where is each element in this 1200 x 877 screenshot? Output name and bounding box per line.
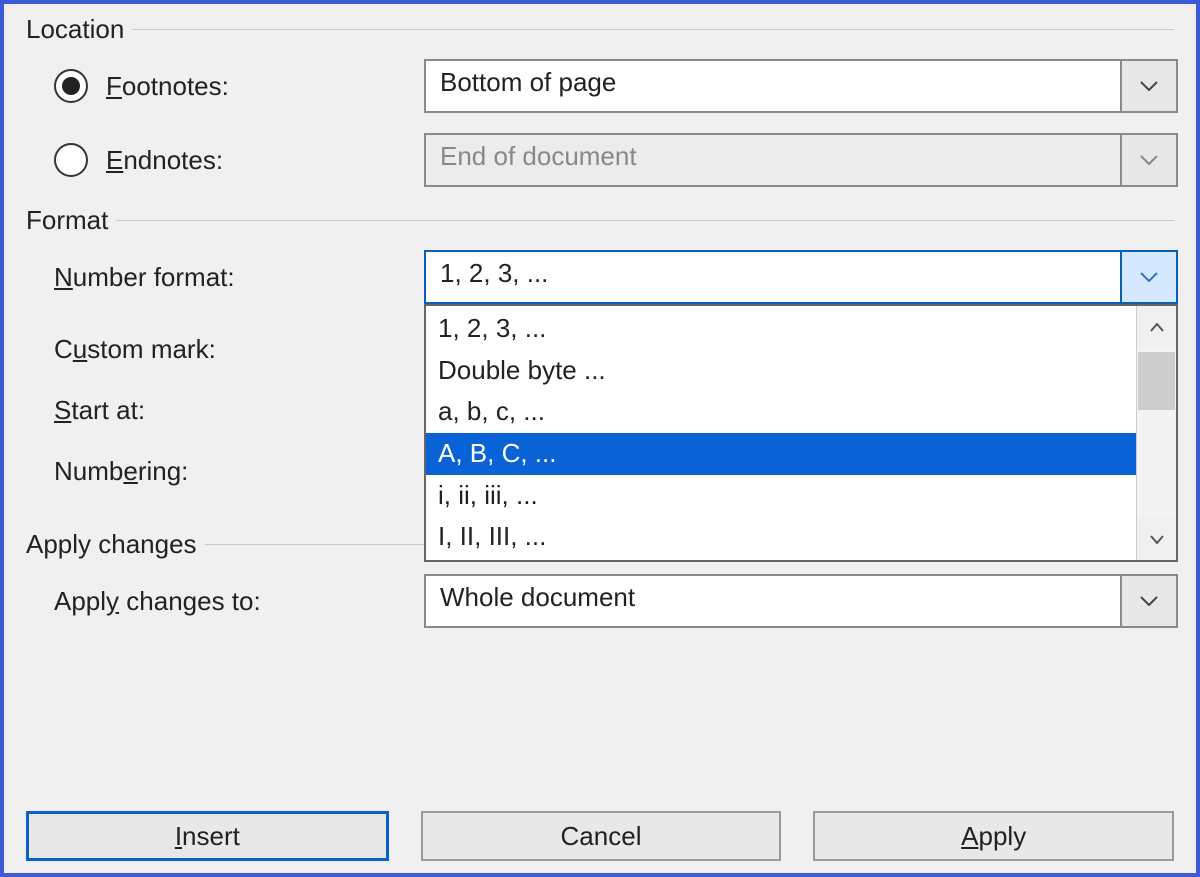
footnotes-radio[interactable] <box>54 69 88 103</box>
number-format-option[interactable]: I, II, III, ... <box>426 516 1136 558</box>
number-format-option[interactable]: 1, 2, 3, ... <box>426 308 1136 350</box>
chevron-down-icon <box>1140 155 1158 165</box>
footnote-endnote-dialog: Location Footnotes: Bottom of page Endno… <box>0 0 1200 877</box>
apply-changes-to-value: Whole document <box>426 576 1120 626</box>
footnotes-location-combo[interactable]: Bottom of page <box>424 59 1178 113</box>
apply-combo-button[interactable] <box>1120 576 1176 626</box>
dialog-buttons: Insert Cancel Apply <box>26 811 1174 861</box>
number-format-combo-button[interactable] <box>1120 252 1176 302</box>
section-location-title: Location <box>26 14 132 45</box>
endnotes-location-value: End of document <box>426 135 1120 185</box>
endnotes-location-combo: End of document <box>424 133 1178 187</box>
section-rule <box>116 220 1174 221</box>
endnotes-radio[interactable] <box>54 143 88 177</box>
endnotes-label: Endnotes: <box>106 145 223 176</box>
number-format-option[interactable]: i, ii, iii, ... <box>426 475 1136 517</box>
insert-button[interactable]: Insert <box>26 811 389 861</box>
chevron-down-icon <box>1140 272 1158 282</box>
row-number-format: Number format: 1, 2, 3, ... 1, 2, 3, ...… <box>26 250 1178 304</box>
apply-changes-to-combo[interactable]: Whole document <box>424 574 1178 628</box>
row-endnotes: Endnotes: End of document <box>26 133 1178 187</box>
chevron-down-icon <box>1140 81 1158 91</box>
scroll-down-button[interactable] <box>1137 518 1176 560</box>
cancel-button[interactable]: Cancel <box>421 811 782 861</box>
scroll-thumb[interactable] <box>1138 352 1175 410</box>
number-format-value: 1, 2, 3, ... <box>426 252 1120 302</box>
section-location: Location <box>26 14 1178 45</box>
numbering-label: Numbering: <box>54 456 188 487</box>
apply-changes-to-label: Apply changes to: <box>54 586 261 617</box>
footnotes-label: Footnotes: <box>106 71 229 102</box>
chevron-down-icon <box>1140 596 1158 606</box>
row-apply-changes-to: Apply changes to: Whole document <box>26 574 1178 628</box>
endnotes-combo-button <box>1120 135 1176 185</box>
number-format-option[interactable]: Double byte ... <box>426 350 1136 392</box>
start-at-label: Start at: <box>54 395 145 426</box>
footnotes-combo-button[interactable] <box>1120 61 1176 111</box>
scroll-track[interactable] <box>1137 348 1176 518</box>
custom-mark-label: Custom mark: <box>54 334 216 365</box>
footnotes-option[interactable]: Footnotes: <box>54 69 424 103</box>
section-apply-title: Apply changes <box>26 529 205 560</box>
number-format-combo[interactable]: 1, 2, 3, ... <box>424 250 1178 304</box>
apply-button[interactable]: Apply <box>813 811 1174 861</box>
number-format-option[interactable]: A, B, C, ... <box>426 433 1136 475</box>
number-format-option[interactable]: a, b, c, ... <box>426 391 1136 433</box>
section-rule <box>132 29 1174 30</box>
number-format-dropdown: 1, 2, 3, ...Double byte ...a, b, c, ...A… <box>424 304 1178 562</box>
dropdown-scrollbar[interactable] <box>1136 306 1176 560</box>
row-footnotes: Footnotes: Bottom of page <box>26 59 1178 113</box>
section-format: Format <box>26 205 1178 236</box>
section-format-title: Format <box>26 205 116 236</box>
scroll-up-button[interactable] <box>1137 306 1176 348</box>
number-format-option-list: 1, 2, 3, ...Double byte ...a, b, c, ...A… <box>426 306 1136 560</box>
footnotes-location-value: Bottom of page <box>426 61 1120 111</box>
chevron-up-icon <box>1150 323 1164 332</box>
number-format-label: Number format: <box>54 262 235 293</box>
chevron-down-icon <box>1150 535 1164 544</box>
endnotes-option[interactable]: Endnotes: <box>54 143 424 177</box>
